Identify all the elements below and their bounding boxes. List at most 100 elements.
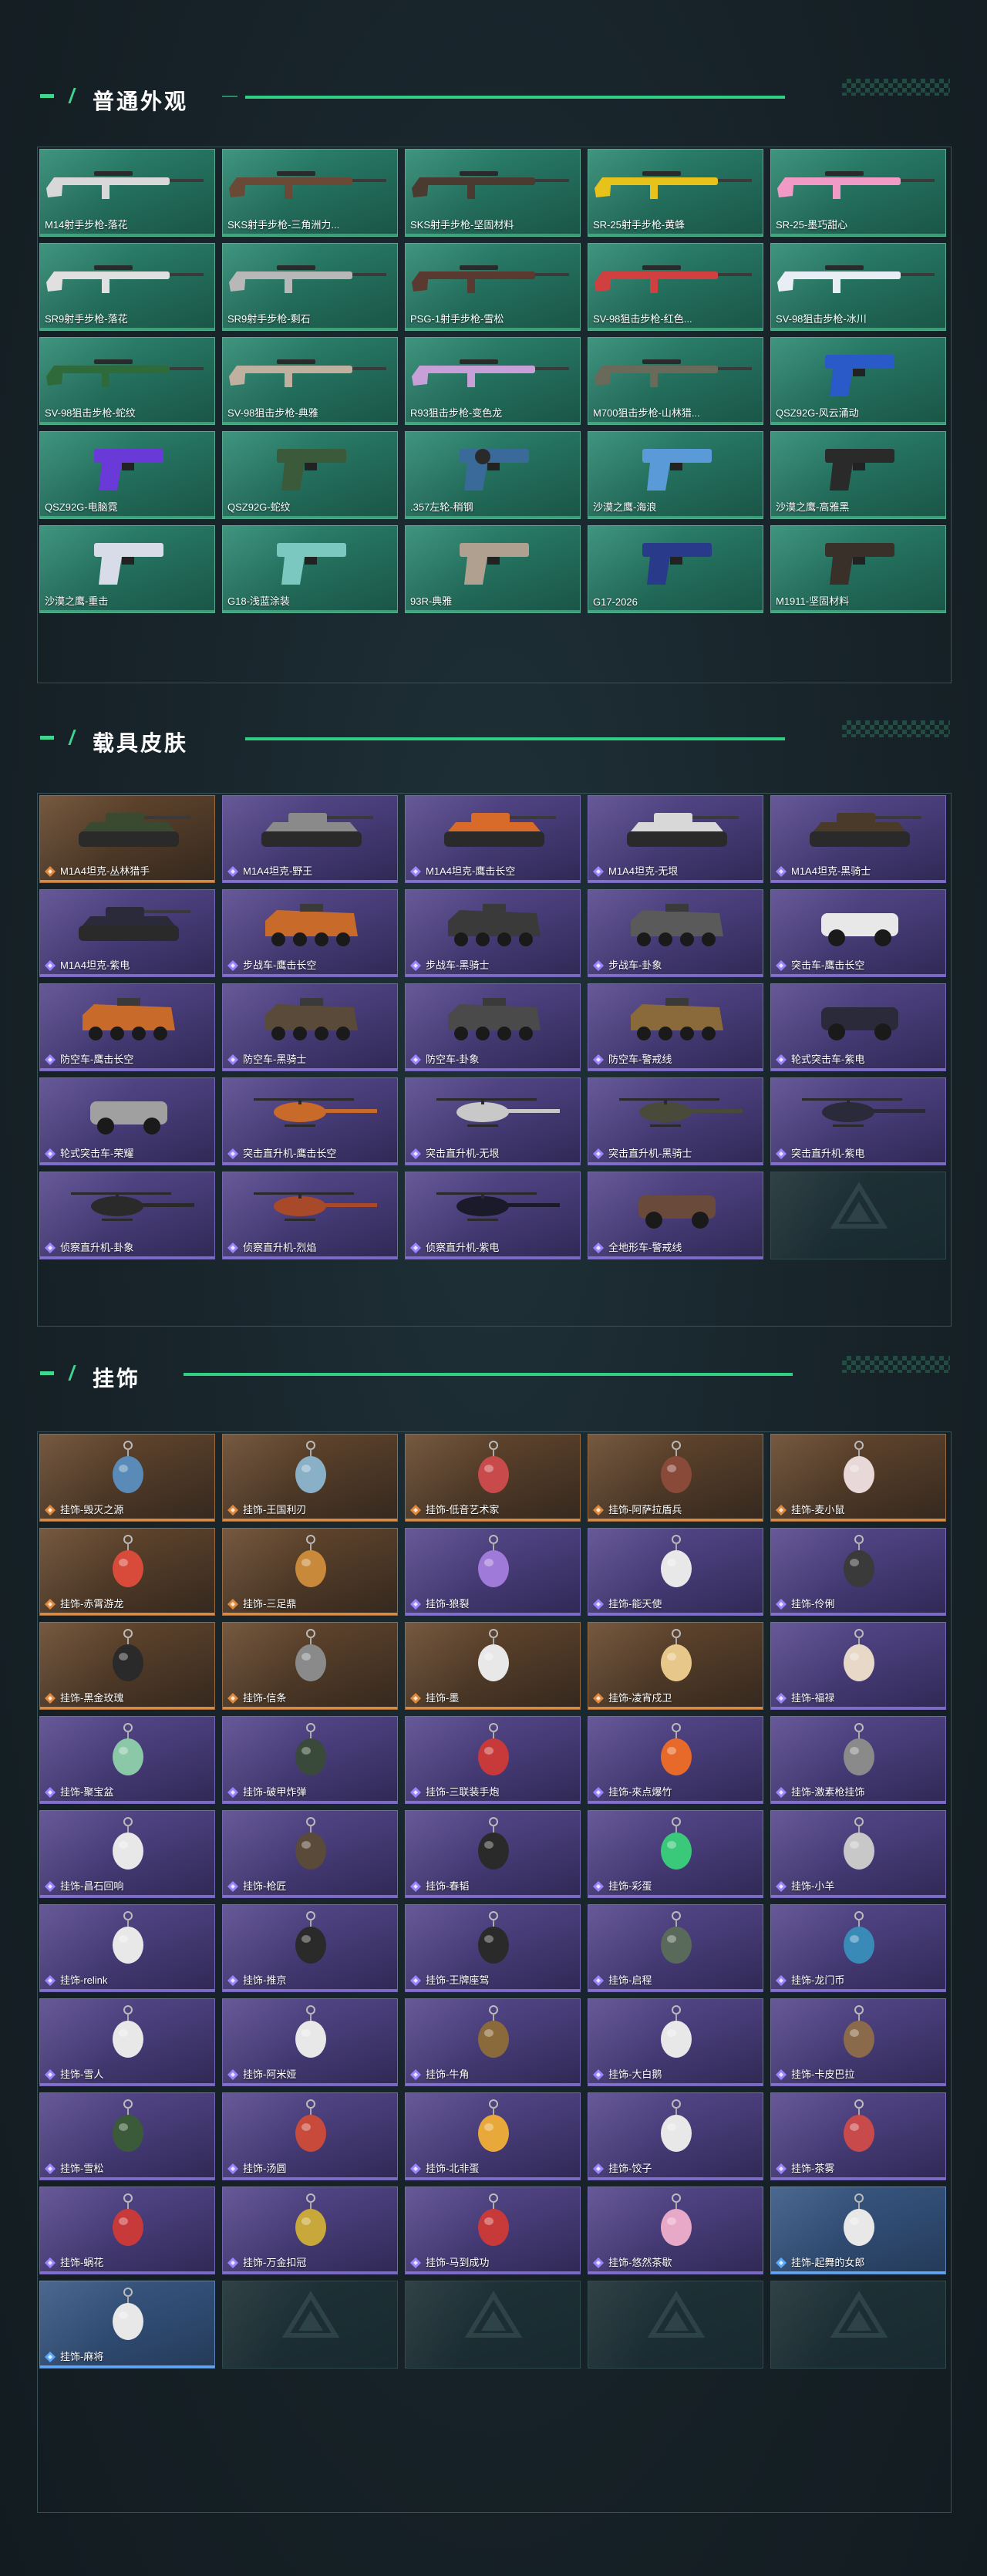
item-card[interactable]: 挂饰-來点爆竹 [588, 1716, 763, 1804]
item-card[interactable]: 挂饰-王国利刃 [222, 1434, 398, 1522]
item-card[interactable]: 挂饰-昌石回响 [39, 1810, 215, 1898]
item-card[interactable]: G17-2026 [588, 525, 763, 613]
item-card[interactable]: 挂饰-春韬 [405, 1810, 581, 1898]
item-card[interactable]: 挂饰-福禄 [770, 1622, 946, 1710]
item-card[interactable]: 突击直升机-黑骑士 [588, 1077, 763, 1165]
item-card[interactable]: 挂饰-麦小鼠 [770, 1434, 946, 1522]
item-card[interactable]: 挂饰-马到成功 [405, 2187, 581, 2274]
item-card[interactable]: 挂饰-龙门币 [770, 1904, 946, 1992]
item-card[interactable]: 防空车-卦象 [405, 983, 581, 1071]
rarity-icon [410, 1505, 421, 1516]
item-card[interactable]: 挂饰-饺子 [588, 2092, 763, 2180]
item-card[interactable]: PSG-1射手步枪-雪松 [405, 243, 581, 331]
item-card[interactable]: 挂饰-黑金玫瑰 [39, 1622, 215, 1710]
item-card[interactable]: 轮式突击车-荣耀 [39, 1077, 215, 1165]
item-card[interactable]: 挂饰-麻将 [39, 2281, 215, 2369]
item-card[interactable]: 挂饰-狼裂 [405, 1528, 581, 1616]
item-card[interactable]: SR-25-墨巧甜心 [770, 149, 946, 237]
item-card[interactable]: 沙漠之鹰-高雅黑 [770, 431, 946, 519]
item-card[interactable]: 挂饰-聚宝盆 [39, 1716, 215, 1804]
item-card[interactable]: 突击直升机-鹰击长空 [222, 1077, 398, 1165]
item-card[interactable]: M14射手步枪-落花 [39, 149, 215, 237]
item-card[interactable]: 挂饰-阿米娅 [222, 1998, 398, 2086]
item-card[interactable]: SV-98狙击步枪-冰川 [770, 243, 946, 331]
item-card[interactable]: 全地形车-警戒线 [588, 1172, 763, 1259]
item-card[interactable]: 侦察直升机-卦象 [39, 1172, 215, 1259]
item-card[interactable]: 挂饰-破甲炸弹 [222, 1716, 398, 1804]
item-card[interactable]: M1A4坦克-鹰击长空 [405, 795, 581, 883]
item-card[interactable]: 挂饰-悠然茶歇 [588, 2187, 763, 2274]
item-card[interactable]: 步战车-卦象 [588, 889, 763, 977]
item-card[interactable]: 挂饰-小羊 [770, 1810, 946, 1898]
item-card[interactable]: 挂饰-王牌座驾 [405, 1904, 581, 1992]
item-card[interactable]: SV-98狙击步枪-蛇纹 [39, 337, 215, 425]
item-card[interactable]: .357左轮-稍钢 [405, 431, 581, 519]
item-card[interactable]: 挂饰-汤圆 [222, 2092, 398, 2180]
item-card[interactable]: 挂饰-起舞的女郎 [770, 2187, 946, 2274]
pistol-icon [825, 355, 894, 396]
item-card[interactable]: 步战车-鹰击长空 [222, 889, 398, 977]
item-card[interactable]: M700狙击步枪-山林猎... [588, 337, 763, 425]
item-card[interactable]: 挂饰-激素枪挂饰 [770, 1716, 946, 1804]
item-card[interactable]: SV-98狙击步枪-红色... [588, 243, 763, 331]
item-card[interactable]: 挂饰-雪松 [39, 2092, 215, 2180]
item-card[interactable]: M1A4坦克-黑骑士 [770, 795, 946, 883]
item-card[interactable]: 挂饰-凌宵戍卫 [588, 1622, 763, 1710]
item-card[interactable]: 突击直升机-无垠 [405, 1077, 581, 1165]
item-card[interactable]: 步战车-黑骑士 [405, 889, 581, 977]
item-card[interactable]: 挂饰-伶俐 [770, 1528, 946, 1616]
item-card[interactable]: 挂饰-能天使 [588, 1528, 763, 1616]
item-card[interactable]: M1911-坚固材料 [770, 525, 946, 613]
item-card[interactable]: 挂饰-北非蛋 [405, 2092, 581, 2180]
item-card[interactable]: 挂饰-毁灭之源 [39, 1434, 215, 1522]
item-card[interactable]: 挂饰-三联装手炮 [405, 1716, 581, 1804]
item-card[interactable]: M1A4坦克-野王 [222, 795, 398, 883]
item-card[interactable]: M1A4坦克-无垠 [588, 795, 763, 883]
item-card[interactable]: 挂饰-枪匠 [222, 1810, 398, 1898]
item-card[interactable]: 挂饰-雪人 [39, 1998, 215, 2086]
item-card[interactable]: 挂饰-阿萨拉盾兵 [588, 1434, 763, 1522]
item-card[interactable]: SR-25射手步枪-黄蜂 [588, 149, 763, 237]
item-card[interactable]: 挂饰-万金扣冠 [222, 2187, 398, 2274]
item-card[interactable]: 挂饰-蜗花 [39, 2187, 215, 2274]
item-card[interactable]: 轮式突击车-紫电 [770, 983, 946, 1071]
item-card[interactable]: QSZ92G-蛇纹 [222, 431, 398, 519]
item-card[interactable]: 挂饰-赤霄游龙 [39, 1528, 215, 1616]
item-card[interactable]: QSZ92G-电脑霓 [39, 431, 215, 519]
item-card[interactable]: 突击直升机-紫电 [770, 1077, 946, 1165]
item-card[interactable]: R93狙击步枪-变色龙 [405, 337, 581, 425]
item-card[interactable]: 挂饰-信条 [222, 1622, 398, 1710]
charm-icon [844, 2193, 874, 2246]
item-card[interactable]: M1A4坦克-丛林猎手 [39, 795, 215, 883]
item-card[interactable]: 沙漠之鹰-重击 [39, 525, 215, 613]
item-card[interactable]: 挂饰-三足鼎 [222, 1528, 398, 1616]
item-card[interactable]: 挂饰-大白鹅 [588, 1998, 763, 2086]
item-card[interactable]: 挂饰-卡皮巴拉 [770, 1998, 946, 2086]
item-card[interactable]: 防空车-黑骑士 [222, 983, 398, 1071]
item-card[interactable]: 挂饰-relink [39, 1904, 215, 1992]
item-card[interactable]: SV-98狙击步枪-典雅 [222, 337, 398, 425]
item-card[interactable]: 防空车-鹰击长空 [39, 983, 215, 1071]
item-card[interactable]: 挂饰-低音艺术家 [405, 1434, 581, 1522]
item-card[interactable]: 挂饰-推京 [222, 1904, 398, 1992]
item-card[interactable]: 挂饰-牛角 [405, 1998, 581, 2086]
item-card[interactable]: G18-浅蓝涂装 [222, 525, 398, 613]
item-card[interactable]: SR9射手步枪-落花 [39, 243, 215, 331]
item-card[interactable]: SR9射手步枪-剩石 [222, 243, 398, 331]
item-card[interactable]: 挂饰-茶雾 [770, 2092, 946, 2180]
item-card[interactable]: 沙漠之鹰-海浪 [588, 431, 763, 519]
item-card[interactable]: 侦察直升机-烈焰 [222, 1172, 398, 1259]
item-card[interactable]: 93R-典雅 [405, 525, 581, 613]
item-card[interactable]: 防空车-警戒线 [588, 983, 763, 1071]
item-card[interactable]: 侦察直升机-紫电 [405, 1172, 581, 1259]
item-card[interactable]: 挂饰-启程 [588, 1904, 763, 1992]
item-card[interactable]: 突击车-鹰击长空 [770, 889, 946, 977]
item-card[interactable]: 挂饰-彩蛋 [588, 1810, 763, 1898]
item-label: 侦察直升机-烈焰 [243, 1242, 317, 1253]
item-label: 挂饰-三足鼎 [243, 1598, 297, 1610]
item-card[interactable]: 挂饰-墨 [405, 1622, 581, 1710]
item-card[interactable]: SKS射手步枪-三角洲力... [222, 149, 398, 237]
item-card[interactable]: QSZ92G-风云涌动 [770, 337, 946, 425]
item-card[interactable]: SKS射手步枪-坚固材料 [405, 149, 581, 237]
item-card[interactable]: M1A4坦克-紫电 [39, 889, 215, 977]
